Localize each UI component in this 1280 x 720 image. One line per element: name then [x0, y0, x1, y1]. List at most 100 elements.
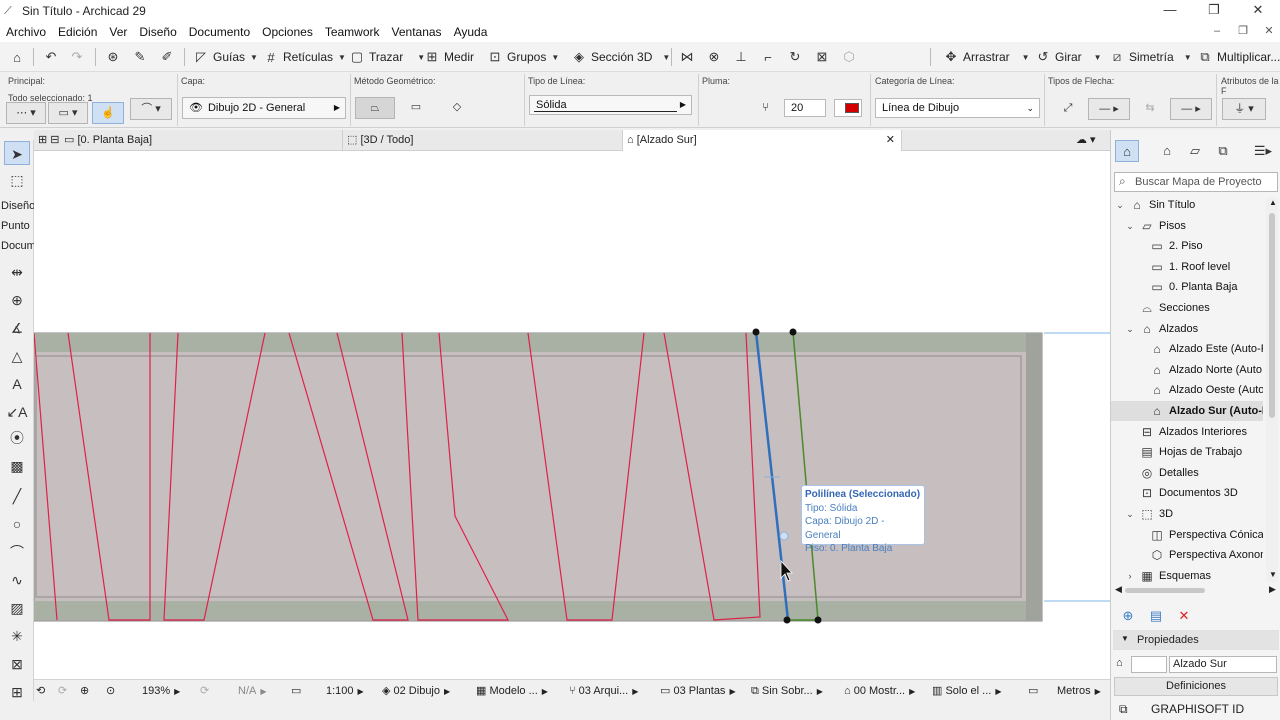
- orientation-icon[interactable]: ⟳: [200, 683, 209, 699]
- trim-icon[interactable]: ⋈: [678, 46, 699, 68]
- structure-display[interactable]: ▥ Solo el ... ▶: [932, 683, 1001, 699]
- menu-ver[interactable]: Ver: [103, 25, 133, 39]
- pen-color-swatch[interactable]: [834, 99, 862, 117]
- drag-button[interactable]: ✥ Arrastrar ▼: [942, 46, 1030, 68]
- scale-value[interactable]: 1:100 ▶: [326, 683, 364, 699]
- scroll-down-icon[interactable]: ▼: [1269, 570, 1277, 579]
- tree-item-perspectiva-axonom[interactable]: ⬡ Perspectiva Axonom: [1111, 545, 1263, 565]
- tree-item-1-roof-level[interactable]: ▭ 1. Roof level: [1111, 257, 1263, 277]
- tree-item-0-planta-baja[interactable]: ▭ 0. Planta Baja: [1111, 277, 1263, 297]
- minimize-button[interactable]: —: [1148, 0, 1192, 22]
- expand-toggle-icon[interactable]: ⌄: [1125, 319, 1135, 339]
- arrow-direction-icon[interactable]: ⤢: [1052, 98, 1084, 120]
- pick-up-icon[interactable]: ⊛: [104, 46, 125, 68]
- angle-dimension-tool-icon[interactable]: ∡: [4, 316, 30, 340]
- doc-minimize-button[interactable]: –: [1204, 22, 1230, 40]
- measure-button[interactable]: ⊞ Medir: [423, 46, 474, 68]
- spline-tool-icon[interactable]: ∿: [4, 568, 30, 592]
- menu-ayuda[interactable]: Ayuda: [448, 25, 494, 39]
- selection-node[interactable]: [814, 616, 822, 624]
- multiply-button[interactable]: ⧉ Multiplicar...: [1196, 46, 1280, 68]
- selection-node[interactable]: [752, 328, 760, 336]
- mirror-button[interactable]: ⧄ Simetría ▼: [1108, 46, 1192, 68]
- zoom-value[interactable]: 193% ▶: [142, 683, 180, 699]
- tree-item-hojas-de-trabajo[interactable]: ▤ Hojas de Trabajo: [1111, 442, 1263, 462]
- navigator-menu-icon[interactable]: ☰▸: [1251, 140, 1275, 162]
- polygon-method-icon[interactable]: ⏢: [355, 97, 395, 119]
- project-map-search-input[interactable]: Buscar Mapa de Proyecto: [1114, 172, 1278, 192]
- zoom-fit-icon[interactable]: ⊙: [106, 683, 115, 699]
- doc-close-button[interactable]: ✕: [1256, 22, 1280, 40]
- selection-node[interactable]: [789, 328, 797, 336]
- orientation-value[interactable]: N/A ▶: [238, 683, 267, 699]
- tree-item-detalles[interactable]: ◎ Detalles: [1111, 463, 1263, 483]
- rotate-button[interactable]: ↺ Girar ▼: [1034, 46, 1102, 68]
- properties-header[interactable]: Propiedades: [1113, 630, 1279, 650]
- property-name-field[interactable]: Alzado Sur: [1169, 656, 1277, 673]
- tree-item-esquemas[interactable]: › ▦ Esquemas: [1111, 566, 1263, 586]
- trace-button[interactable]: ▢ Trazar ▼: [348, 46, 425, 68]
- section-3d-button[interactable]: ◈ Sección 3D ▼: [570, 46, 670, 68]
- graphic-override[interactable]: ⧉ Sin Sobr... ▶: [751, 683, 823, 699]
- arrow-swap-icon[interactable]: ⇆: [1134, 98, 1166, 120]
- arrow-end-button[interactable]: — ▸: [1170, 98, 1212, 120]
- add-view-icon[interactable]: ⊕: [1118, 606, 1138, 626]
- delete-icon[interactable]: ✕: [1174, 606, 1194, 626]
- zoom-undo-icon[interactable]: ⟲: [36, 683, 45, 699]
- expand-toggle-icon[interactable]: ⌄: [1115, 195, 1125, 215]
- tree-item-3d[interactable]: ⌄ ⬚ 3D: [1111, 504, 1263, 524]
- definitions-button[interactable]: Definiciones: [1114, 677, 1278, 696]
- label-tool-icon[interactable]: ↙A: [4, 400, 30, 424]
- tab-south-elevation[interactable]: ⌂ [Alzado Sur] ✕: [622, 130, 902, 151]
- graphisoft-id-button[interactable]: ⧉ GRAPHISOFT ID: [1111, 698, 1280, 720]
- property-id-field[interactable]: [1131, 656, 1167, 673]
- doc-restore-button[interactable]: ❐: [1230, 22, 1256, 40]
- menu-ventanas[interactable]: Ventanas: [386, 25, 448, 39]
- close-button[interactable]: ✕: [1236, 0, 1280, 22]
- maximize-button[interactable]: ❐: [1192, 0, 1236, 22]
- tree-item-alzados[interactable]: ⌄ ⌂ Alzados: [1111, 319, 1263, 339]
- menu-diseno[interactable]: Diseño: [133, 25, 182, 39]
- scroll-up-icon[interactable]: ▲: [1269, 198, 1277, 207]
- tree-item-secciones[interactable]: ⌓ Secciones: [1111, 298, 1263, 318]
- tree-horizontal-scroll-thumb[interactable]: [1125, 588, 1205, 593]
- expand-toggle-icon[interactable]: ⌄: [1125, 216, 1135, 236]
- tree-item-pisos[interactable]: ⌄ ▱ Pisos: [1111, 216, 1263, 236]
- zoom-in-icon[interactable]: ⊕: [80, 683, 89, 699]
- tree-item-alzado-oeste-auto[interactable]: ⌂ Alzado Oeste (Auto: [1111, 380, 1263, 400]
- pen-override-icon[interactable]: ☝: [92, 102, 124, 124]
- fill-attributes-button[interactable]: ⏚ ▾: [1222, 98, 1266, 120]
- undo-icon[interactable]: ↶: [42, 46, 63, 68]
- menu-opciones[interactable]: Opciones: [256, 25, 319, 39]
- tree-vertical-scroll-thumb[interactable]: [1269, 213, 1275, 418]
- rectangle-method-icon[interactable]: ▭: [397, 97, 435, 119]
- arrow-tool-icon[interactable]: ➤: [4, 141, 30, 165]
- tree-item-sin-título[interactable]: ⌄ ⌂ Sin Título: [1111, 195, 1263, 215]
- tree-item-alzado-norte-auto[interactable]: ⌂ Alzado Norte (Auto: [1111, 360, 1263, 380]
- menu-archivo[interactable]: Archivo: [0, 25, 52, 39]
- fill-tool-icon[interactable]: ▩: [4, 454, 30, 478]
- close-tab-icon[interactable]: ✕: [886, 130, 895, 151]
- toolbox-section-documento[interactable]: Docum: [1, 240, 36, 252]
- marquee-filter-button[interactable]: ▭ ▾: [48, 102, 88, 124]
- circle-tool-icon[interactable]: ○: [4, 512, 30, 536]
- dimension-tool-icon[interactable]: ⇹: [4, 260, 30, 284]
- new-folder-icon[interactable]: ▤: [1146, 606, 1166, 626]
- eyedropper-icon[interactable]: ✎: [131, 46, 152, 68]
- fillet-icon[interactable]: ↻: [786, 46, 807, 68]
- menu-documento[interactable]: Documento: [183, 25, 256, 39]
- inject-icon[interactable]: ✐: [158, 46, 179, 68]
- units-value[interactable]: Metros ▶: [1057, 683, 1101, 699]
- selection-node[interactable]: [783, 616, 791, 624]
- guides-button[interactable]: ◸ Guías ▼: [192, 46, 258, 68]
- radial-dimension-tool-icon[interactable]: △: [4, 344, 30, 368]
- pen-set[interactable]: ⑂ 03 Arqui... ▶: [569, 683, 638, 699]
- polyline-tool-icon[interactable]: ⌒: [4, 540, 30, 564]
- layer-combination[interactable]: ◈ 02 Dibujo ▶: [382, 683, 450, 699]
- tab-3d[interactable]: ⬚ [3D / Todo]: [342, 130, 620, 151]
- scroll-left-icon[interactable]: ◀: [1115, 584, 1122, 595]
- renovation-filter[interactable]: ⌂ 00 Mostr... ▶: [844, 683, 915, 699]
- zoom-redo-icon[interactable]: ⟳: [58, 683, 67, 699]
- menu-teamwork[interactable]: Teamwork: [319, 25, 386, 39]
- hotspot-tool-icon[interactable]: ✳: [4, 624, 30, 648]
